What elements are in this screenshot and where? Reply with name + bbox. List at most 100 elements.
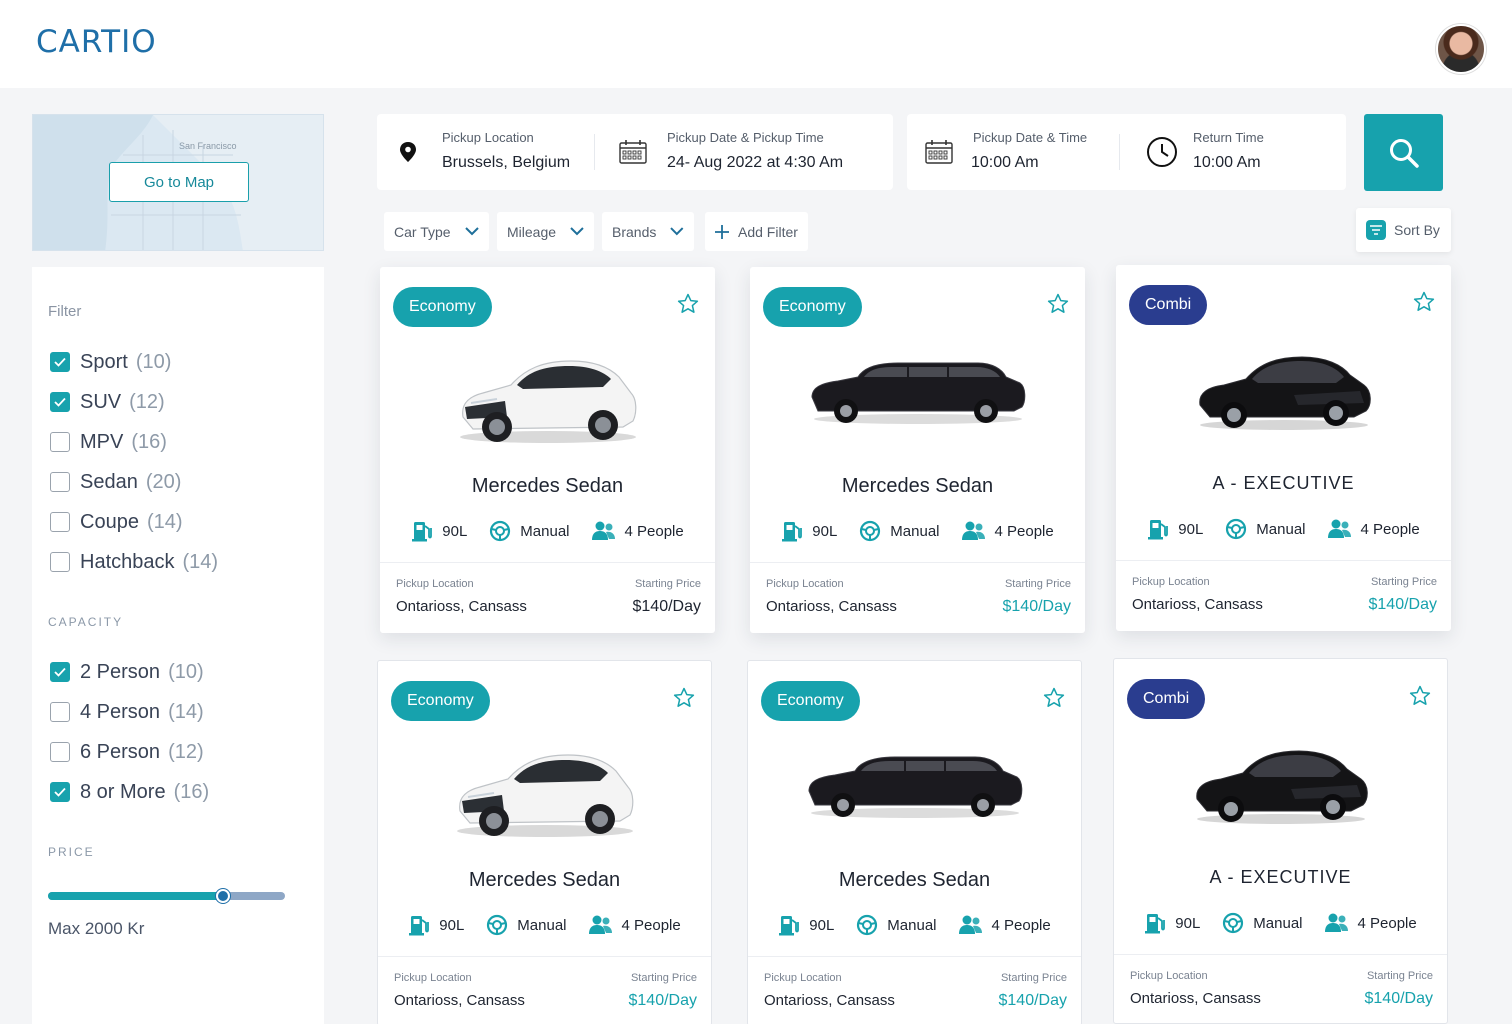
- card-divider: [1116, 560, 1451, 561]
- favorite-star-icon: [673, 687, 695, 707]
- pickup-date-time-field[interactable]: Pickup Date & Time 10:00 Am: [907, 114, 1117, 190]
- spec-capacity: 4 People: [1327, 518, 1420, 540]
- filter-option-count: (14): [168, 700, 204, 723]
- filter-option-hatchback[interactable]: Hatchback (14): [50, 550, 218, 574]
- starting-price-value: $140/Day: [1002, 598, 1072, 615]
- people-icon: [1324, 913, 1348, 932]
- checkbox[interactable]: [50, 472, 70, 492]
- calendar-icon: [619, 140, 647, 164]
- checkbox[interactable]: [50, 662, 70, 682]
- spec-transmission: Manual: [486, 914, 567, 936]
- filter-option-mpv[interactable]: MPV (16): [50, 430, 167, 454]
- price-slider-handle[interactable]: [216, 889, 231, 903]
- starting-price-label: Starting Price: [1004, 578, 1071, 590]
- filter-option-label: 6 Person: [80, 740, 161, 763]
- car-card[interactable]: Economy Mercedes Sedan 90L Manual 4 People P…: [380, 267, 715, 633]
- filter-option-coupe[interactable]: Coupe (14): [50, 510, 183, 534]
- steering-wheel-icon: [1223, 912, 1244, 934]
- app-logo[interactable]: CARTIO: [36, 24, 157, 60]
- spec-fuel: 90L: [778, 914, 834, 936]
- steering-wheel-icon: [1226, 518, 1247, 540]
- car-image: [1191, 739, 1371, 834]
- checkbox[interactable]: [50, 352, 70, 372]
- car-name: Mercedes Sedan: [471, 475, 624, 497]
- favorite-button[interactable]: [1047, 293, 1069, 320]
- car-card[interactable]: Economy Mercedes Sedan 90L Manual 4 People P…: [747, 660, 1082, 1024]
- filter-option-8-or-more[interactable]: 8 or More (16): [50, 780, 209, 804]
- favorite-star-icon: [1413, 291, 1435, 311]
- car-card[interactable]: Economy Mercedes Sedan 90L Manual 4 People P…: [750, 267, 1085, 633]
- favorite-button[interactable]: [1413, 291, 1435, 318]
- checkbox[interactable]: [50, 512, 70, 532]
- car-card[interactable]: Economy Mercedes Sedan 90L Manual 4 People P…: [377, 660, 712, 1024]
- price-slider-fill: [48, 892, 224, 900]
- filter-option-label: Coupe: [80, 510, 139, 533]
- pickup-location-label: Pickup Location: [396, 578, 474, 590]
- car-name: A - EXECUTIVE: [1212, 473, 1355, 493]
- car-type-dropdown[interactable]: Car Type: [384, 212, 489, 251]
- pickup-location-label: Pickup Location: [764, 972, 842, 984]
- car-image-black-sedan: [1195, 750, 1368, 824]
- brands-dropdown[interactable]: Brands: [602, 212, 694, 251]
- favorite-button[interactable]: [1043, 687, 1065, 714]
- car-image: [808, 347, 1028, 432]
- fuel-icon: [412, 522, 433, 542]
- filter-option-2-person[interactable]: 2 Person (10): [50, 660, 204, 684]
- filter-option-count: (16): [131, 430, 167, 453]
- search-button[interactable]: [1364, 114, 1443, 191]
- user-avatar[interactable]: [1436, 24, 1486, 74]
- return-time-field[interactable]: Return Time 10:00 Am: [1132, 114, 1346, 190]
- favorite-button[interactable]: [1409, 685, 1431, 712]
- filter-option-sedan[interactable]: Sedan (20): [50, 470, 181, 494]
- filter-option-6-person[interactable]: 6 Person (12): [50, 740, 204, 764]
- car-card[interactable]: Combi A - EXECUTIVE 90L Manual 4 People Pick…: [1116, 265, 1451, 631]
- filter-option-count: (10): [168, 660, 204, 683]
- map-preview[interactable]: San Francisco Go to Map: [32, 114, 324, 251]
- checkbox[interactable]: [50, 702, 70, 722]
- checkbox[interactable]: [50, 782, 70, 802]
- steering-wheel-icon: [860, 520, 881, 542]
- spec-fuel: 90L: [781, 520, 837, 542]
- starting-price-value: $140/Day: [632, 598, 702, 615]
- favorite-star-icon: [1409, 685, 1431, 705]
- car-name: A - EXECUTIVE: [1209, 867, 1352, 887]
- add-filter-button[interactable]: Add Filter: [705, 212, 808, 251]
- starting-price-label: Starting Price: [630, 972, 697, 984]
- filter-option-suv[interactable]: SUV (12): [50, 390, 165, 414]
- mileage-dropdown[interactable]: Mileage: [497, 212, 594, 251]
- filter-option-label: 8 or More: [80, 780, 166, 803]
- fuel-icon: [409, 916, 430, 936]
- card-divider: [1114, 954, 1447, 955]
- checkbox[interactable]: [50, 742, 70, 762]
- starting-price-value: $140/Day: [1364, 990, 1434, 1007]
- fuel-icon: [779, 916, 800, 936]
- go-to-map-button[interactable]: Go to Map: [109, 162, 249, 202]
- pickup-datetime-field[interactable]: Pickup Date & Pickup Time 24- Aug 2022 a…: [607, 114, 893, 190]
- filter-sidebar: Filter Sport (10) SUV (12) MPV (16) Sedan (20) C…: [32, 267, 324, 1024]
- car-specs: 90L Manual 4 People: [748, 911, 1081, 939]
- spec-transmission: Manual: [1222, 912, 1303, 934]
- pickup-location-field[interactable]: Pickup Location Brussels, Belgium: [377, 114, 592, 190]
- car-image-white-hatchback: [459, 360, 636, 443]
- filter-option-4-person[interactable]: 4 Person (14): [50, 700, 204, 724]
- checkbox[interactable]: [50, 392, 70, 412]
- return-search-box: Pickup Date & Time 10:00 Am Return Time …: [907, 114, 1346, 190]
- checkbox[interactable]: [50, 432, 70, 452]
- card-divider: [748, 956, 1081, 957]
- pickup-location-value: Ontarioss, Cansass: [1132, 596, 1263, 613]
- price-slider[interactable]: [48, 889, 285, 903]
- sort-by-button[interactable]: Sort By: [1356, 208, 1451, 252]
- filter-option-label: Hatchback: [80, 550, 175, 573]
- filter-option-count: (14): [182, 550, 219, 573]
- favorite-button[interactable]: [677, 293, 699, 320]
- car-card[interactable]: Combi A - EXECUTIVE 90L Manual 4 People Pick…: [1113, 658, 1448, 1024]
- card-divider: [378, 956, 711, 957]
- filter-option-sport[interactable]: Sport (10): [50, 350, 171, 374]
- pickup-location-label: Pickup Location: [1132, 576, 1210, 588]
- pickup-location-label: Pickup Location: [766, 578, 844, 590]
- spec-capacity: 4 People: [591, 520, 684, 542]
- favorite-button[interactable]: [673, 687, 695, 714]
- checkbox[interactable]: [50, 552, 70, 572]
- spec-capacity: 4 People: [1324, 912, 1417, 934]
- car-image-black-limousine: [810, 362, 1025, 424]
